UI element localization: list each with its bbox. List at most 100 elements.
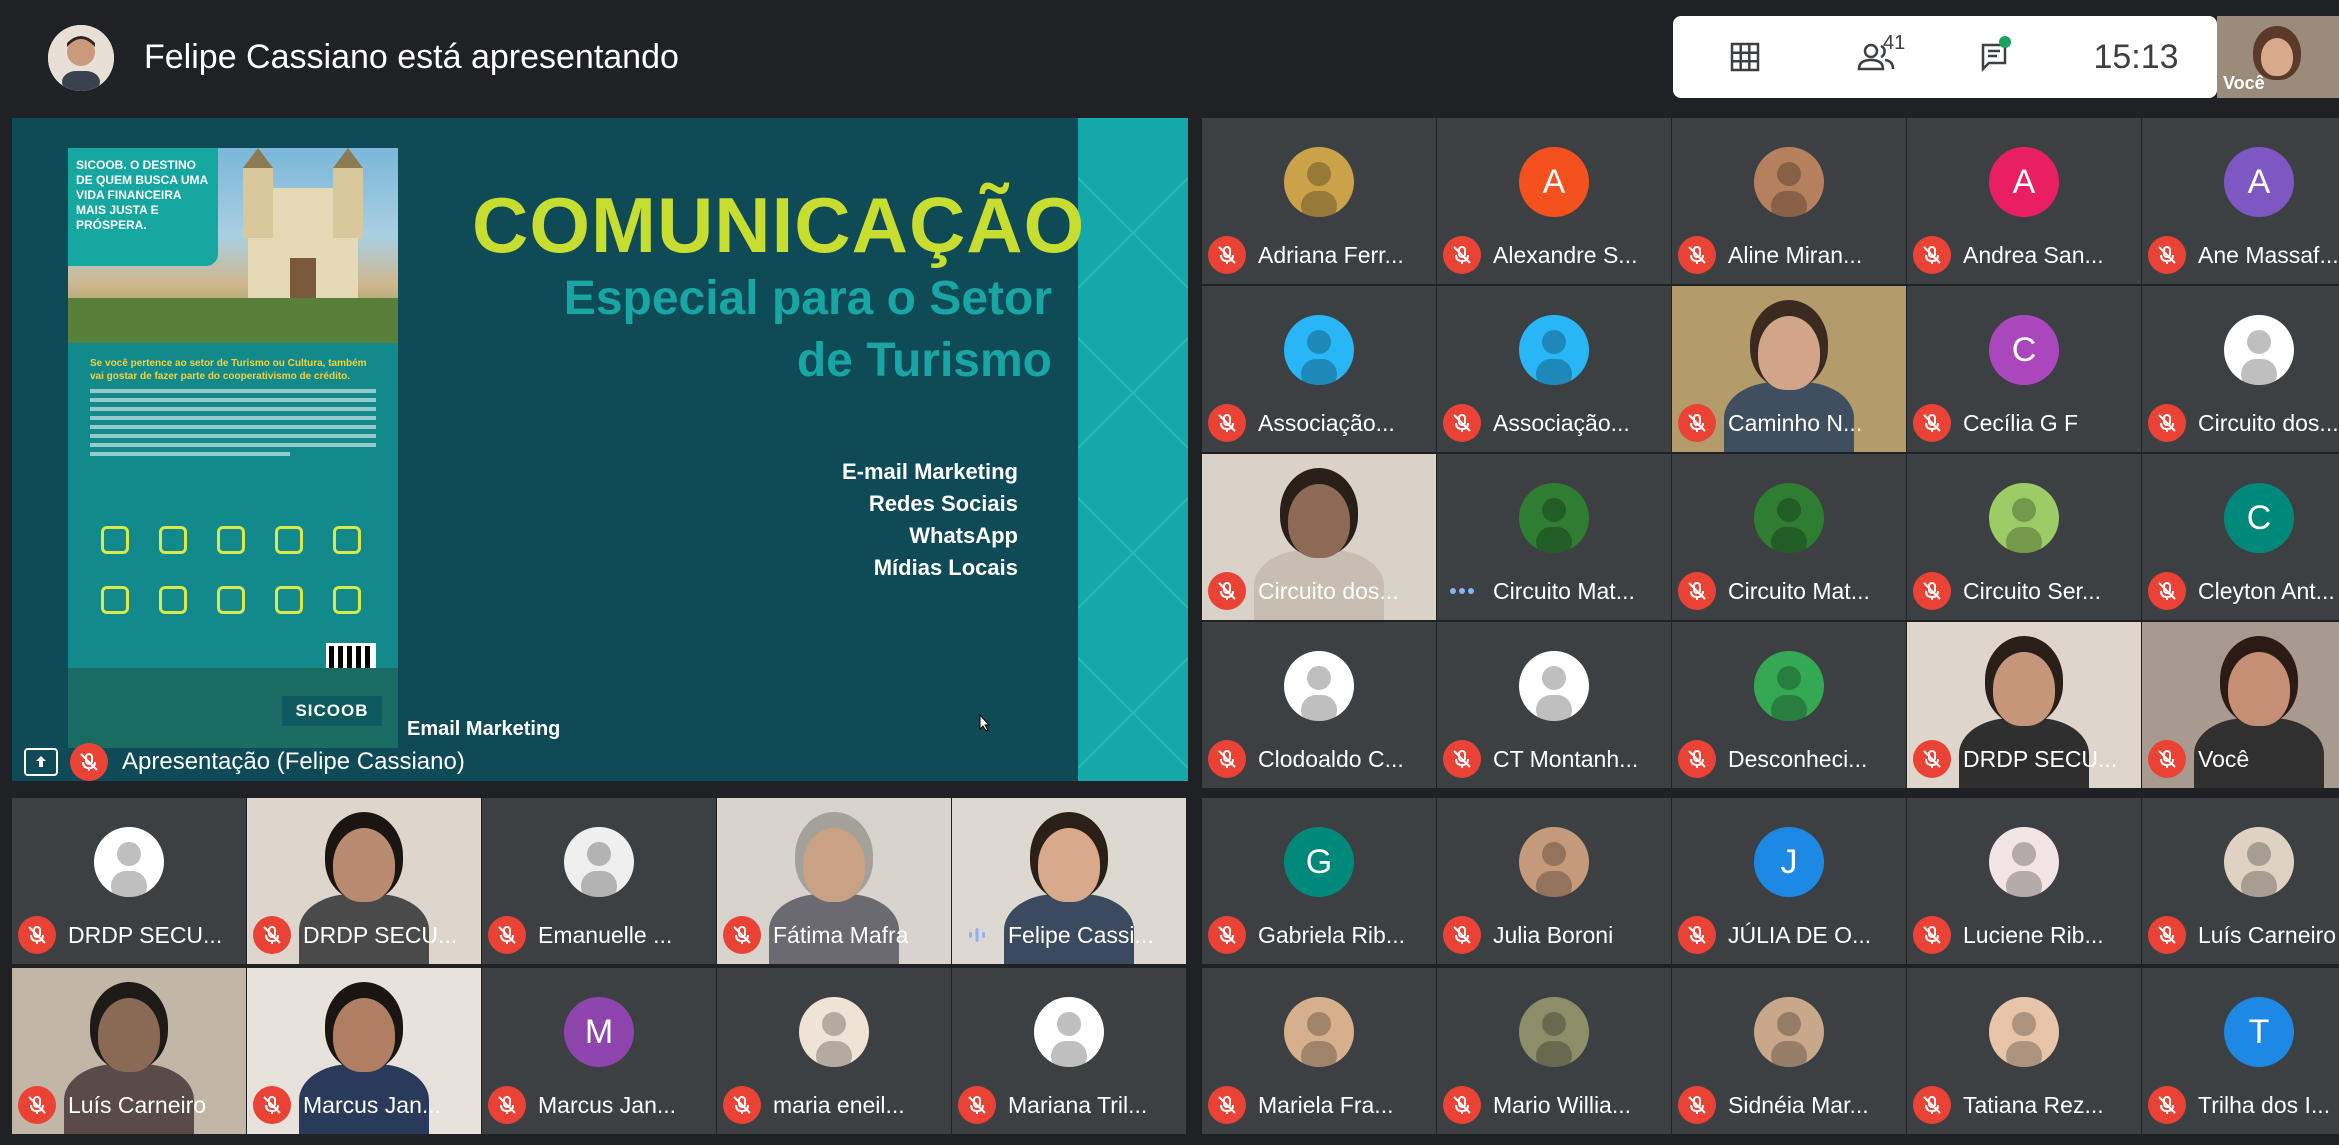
- participant-name: DRDP SECU...: [1963, 745, 2118, 772]
- participant-name: Mario Willia...: [1493, 1091, 1632, 1118]
- present-screen-icon[interactable]: [24, 748, 58, 776]
- mic-off-icon: [1208, 1086, 1246, 1124]
- participant-name-row: CT Montanh...: [1443, 740, 1667, 778]
- participant-name-row: Marcus Jan...: [253, 1086, 477, 1124]
- participant-tile[interactable]: Luciene Rib...: [1907, 798, 2141, 964]
- participant-tile[interactable]: Luís Carneiro: [12, 968, 246, 1134]
- video-face: [1288, 484, 1350, 558]
- participant-tile[interactable]: A Andrea San...: [1907, 118, 2141, 284]
- participant-tile[interactable]: Aline Miran...: [1672, 118, 1906, 284]
- mic-off-icon: [723, 1086, 761, 1124]
- participant-avatar: [1284, 315, 1354, 385]
- poster-icons: [86, 518, 376, 628]
- participant-tile[interactable]: Emanuelle ...: [482, 798, 716, 964]
- participant-tile[interactable]: DRDP SECU...: [12, 798, 246, 964]
- mic-off-icon: [1678, 236, 1716, 274]
- participant-tile[interactable]: Circuito Mat...: [1672, 454, 1906, 620]
- participant-tile[interactable]: J JÚLIA DE O...: [1672, 798, 1906, 964]
- participant-tile[interactable]: Mariana Tril...: [952, 968, 1186, 1134]
- participant-tile[interactable]: Sidnéia Mar...: [1672, 968, 1906, 1134]
- participant-name: Adriana Ferr...: [1258, 241, 1404, 268]
- participant-tile[interactable]: Circuito Mat...: [1437, 454, 1671, 620]
- participant-avatar: [1989, 827, 2059, 897]
- participant-name-row: Sidnéia Mar...: [1678, 1086, 1902, 1124]
- participant-tile[interactable]: Mario Willia...: [1437, 968, 1671, 1134]
- mic-off-icon: [1678, 1086, 1716, 1124]
- participant-tile[interactable]: maria eneil...: [717, 968, 951, 1134]
- chat-notification-dot: [1999, 36, 2011, 48]
- participant-avatar: C: [1989, 315, 2059, 385]
- presentation-label-text: Apresentação (Felipe Cassiano): [122, 748, 465, 775]
- participant-name: Luís Carneiro: [2198, 921, 2337, 948]
- participant-name: Alexandre S...: [1493, 241, 1638, 268]
- mic-off-icon: [18, 916, 56, 954]
- participant-name: Gabriela Rib...: [1258, 921, 1406, 948]
- slide-subtitle-line1: Especial para o Setor: [563, 272, 1052, 325]
- participant-name-row: Circuito Ser...: [1913, 572, 2137, 610]
- participants-button[interactable]: 41: [1817, 16, 1937, 98]
- participant-tile[interactable]: Associação...: [1202, 286, 1436, 452]
- participant-tile[interactable]: Clodoaldo C...: [1202, 622, 1436, 788]
- participant-tile[interactable]: C Cleyton Ant...: [2142, 454, 2339, 620]
- participant-tile[interactable]: T Trilha dos I...: [2142, 968, 2339, 1134]
- participant-tile[interactable]: DRDP SECU...: [247, 798, 481, 964]
- participant-avatar: [1754, 997, 1824, 1067]
- participant-name: Andrea San...: [1963, 241, 2104, 268]
- participant-tile[interactable]: Circuito Ser...: [1907, 454, 2141, 620]
- video-face: [803, 828, 865, 902]
- participant-avatar: [1519, 315, 1589, 385]
- participant-tile[interactable]: Circuito dos...: [2142, 286, 2339, 452]
- mic-off-icon: [1208, 404, 1246, 442]
- participant-tile[interactable]: Fátima Mafra: [717, 798, 951, 964]
- mic-off-icon: [1443, 916, 1481, 954]
- participant-name-row: Felipe Cassi...: [958, 916, 1182, 954]
- participant-tile[interactable]: Desconheci...: [1672, 622, 1906, 788]
- participant-name-row: maria eneil...: [723, 1086, 947, 1124]
- slide-subtitle-line2: de Turismo: [796, 334, 1052, 387]
- participant-tile[interactable]: Luís Carneiro: [2142, 798, 2339, 964]
- chat-button[interactable]: [1937, 16, 2055, 98]
- participant-tile[interactable]: DRDP SECU...: [1907, 622, 2141, 788]
- poster-text-lines: [90, 389, 376, 456]
- slide-list-item: E-mail Marketing: [841, 459, 1018, 484]
- participant-name-row: JÚLIA DE O...: [1678, 916, 1902, 954]
- participant-tile[interactable]: CT Montanh...: [1437, 622, 1671, 788]
- participant-name-row: Marcus Jan...: [488, 1086, 712, 1124]
- slide-list-item: Mídias Locais: [873, 555, 1018, 580]
- participant-name: DRDP SECU...: [68, 921, 223, 948]
- layout-grid-button[interactable]: [1673, 16, 1817, 98]
- presentation-tile[interactable]: SICOOB. O DESTINO DE QUEM BUSCA UMA VIDA…: [12, 118, 1188, 781]
- participant-name-row: Circuito dos...: [1208, 572, 1432, 610]
- participant-avatar: A: [2224, 147, 2294, 217]
- slide-title: COMUNICAÇÃO: [472, 181, 1086, 269]
- participant-name-row: Associação...: [1208, 404, 1432, 442]
- participant-tile[interactable]: Julia Boroni: [1437, 798, 1671, 964]
- mic-off-icon: [2148, 1086, 2186, 1124]
- participant-tile[interactable]: Tatiana Rez...: [1907, 968, 2141, 1134]
- participant-tile[interactable]: Associação...: [1437, 286, 1671, 452]
- mic-off-icon: [18, 1086, 56, 1124]
- participant-name: DRDP SECU...: [303, 921, 458, 948]
- participant-tile[interactable]: A Ane Massaf...: [2142, 118, 2339, 284]
- self-view-thumbnail[interactable]: Você: [2217, 16, 2339, 98]
- participant-name-row: Clodoaldo C...: [1208, 740, 1432, 778]
- participant-tile[interactable]: Felipe Cassi...: [952, 798, 1186, 964]
- grid-icon: [1730, 42, 1760, 72]
- participant-tile[interactable]: C Cecília G F: [1907, 286, 2141, 452]
- participant-tile[interactable]: Você: [2142, 622, 2339, 788]
- mic-off-icon: [1913, 916, 1951, 954]
- participant-tile[interactable]: M Marcus Jan...: [482, 968, 716, 1134]
- participant-tile[interactable]: A Alexandre S...: [1437, 118, 1671, 284]
- participant-name-row: Mariela Fra...: [1208, 1086, 1432, 1124]
- participant-tile[interactable]: Adriana Ferr...: [1202, 118, 1436, 284]
- participant-tile[interactable]: Mariela Fra...: [1202, 968, 1436, 1134]
- participant-avatar: [1989, 997, 2059, 1067]
- mic-off-icon: [1913, 1086, 1951, 1124]
- participant-tile[interactable]: Circuito dos...: [1202, 454, 1436, 620]
- participant-tile[interactable]: Caminho N...: [1672, 286, 1906, 452]
- participant-tile[interactable]: G Gabriela Rib...: [1202, 798, 1436, 964]
- participant-tile[interactable]: Marcus Jan...: [247, 968, 481, 1134]
- participant-name-row: Ane Massaf...: [2148, 236, 2339, 274]
- video-face: [333, 998, 395, 1072]
- video-face: [2228, 652, 2290, 726]
